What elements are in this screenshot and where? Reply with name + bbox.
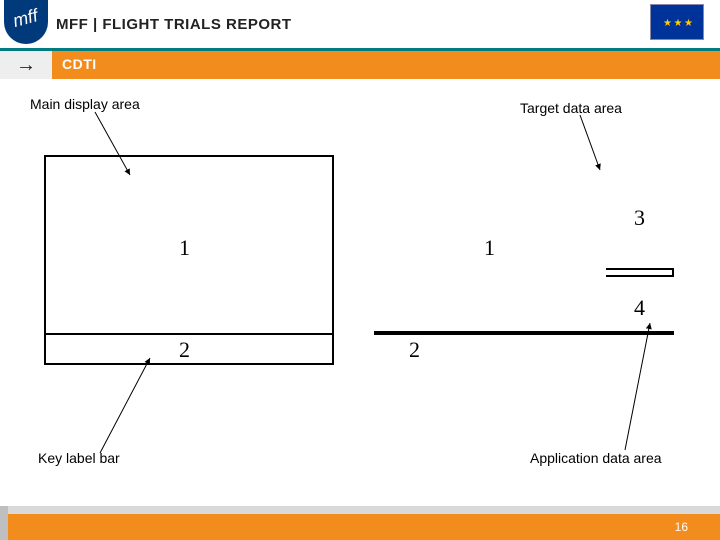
label-key-label-bar: Key label bar [38, 450, 120, 466]
num-left-2: 2 [179, 337, 190, 363]
footer-bar [0, 512, 720, 540]
label-target-data: Target data area [520, 100, 622, 116]
eu-stars-icon: ⋆⋆⋆ [661, 10, 693, 35]
section-band [0, 51, 720, 79]
mff-badge-text: mff [10, 5, 40, 32]
mff-badge: mff [4, 0, 48, 44]
num-right-1: 1 [484, 235, 495, 261]
slide: mff MFF | FLIGHT TRIALS REPORT ⋆⋆⋆ → CDT… [0, 0, 720, 540]
num-left-1: 1 [179, 235, 190, 261]
num-right-3: 3 [634, 205, 645, 231]
page-number: 16 [675, 520, 688, 534]
report-title: MFF | FLIGHT TRIALS REPORT [56, 16, 292, 33]
num-right-2: 2 [409, 337, 420, 363]
label-application-data: Application data area [530, 450, 662, 466]
cdti-diagram: 1 2 1 2 3 4 [44, 155, 684, 425]
section-title: CDTI [62, 56, 97, 72]
label-main-display: Main display area [30, 96, 140, 112]
num-right-4: 4 [634, 295, 645, 321]
section-arrow-icon: → [0, 51, 52, 79]
footer-grey-tab [0, 506, 8, 540]
eu-flag-icon: ⋆⋆⋆ [650, 4, 704, 40]
